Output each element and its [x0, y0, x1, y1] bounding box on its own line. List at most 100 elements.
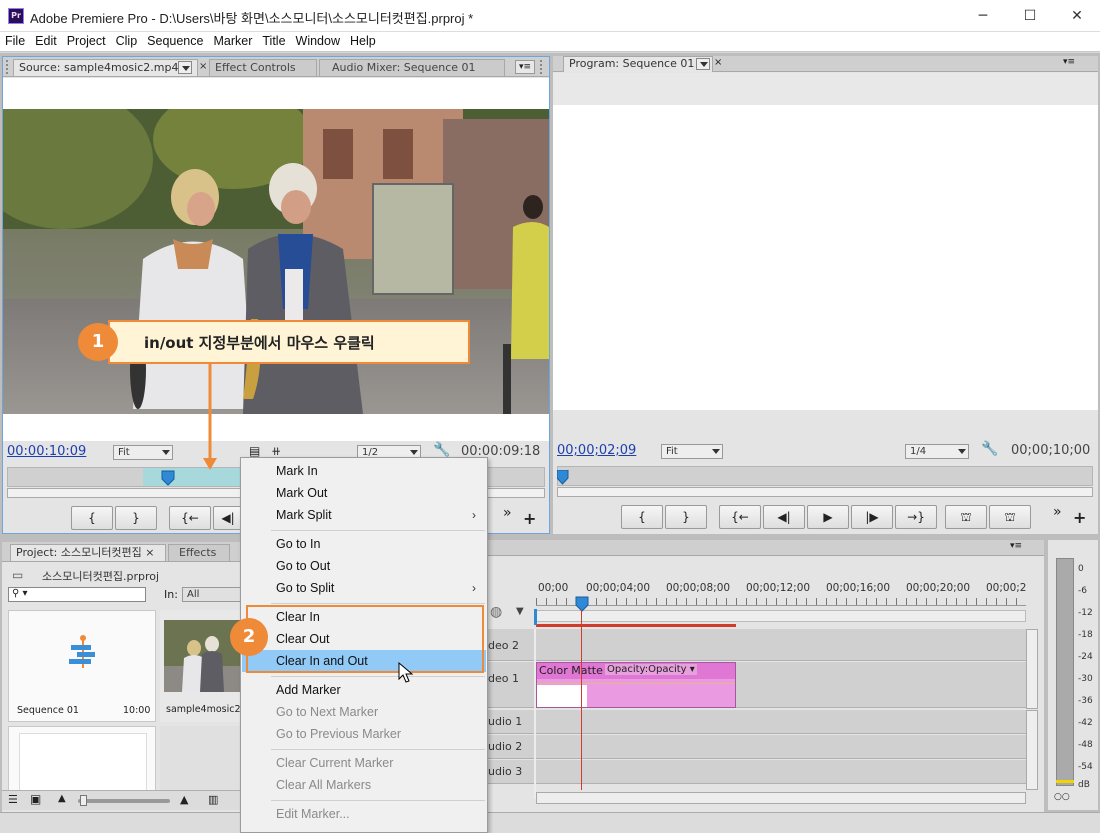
menu-item-mark-out[interactable]: Mark Out [242, 482, 486, 504]
extract-button[interactable]: ⛫ [989, 505, 1031, 529]
menu-item-edit-marker[interactable]: Edit Marker... [242, 803, 486, 825]
thumbnail-size-slider[interactable] [78, 799, 170, 803]
menu-window[interactable]: Window [291, 32, 345, 51]
wrench-icon[interactable]: 🔧 [981, 441, 998, 457]
menu-item-go-to-in[interactable]: Go to In [242, 533, 486, 555]
snap-icon[interactable]: ◍ [490, 604, 502, 620]
timeline-zoom-bar[interactable] [536, 610, 1026, 622]
playhead-icon[interactable] [575, 596, 589, 612]
more-buttons-icon[interactable]: » [1053, 504, 1062, 520]
tab-audio-mixer[interactable]: Audio Mixer: Sequence 01 [319, 59, 505, 76]
lift-button[interactable]: ⛫ [945, 505, 987, 529]
menu-edit[interactable]: Edit [30, 32, 62, 51]
chevron-down-icon[interactable] [178, 61, 192, 74]
marker-icon[interactable]: ▼ [516, 606, 524, 617]
menu-item-clear-all-markers[interactable]: Clear All Markers [242, 774, 486, 796]
go-to-in-button[interactable]: {← [169, 506, 211, 530]
maximize-button[interactable]: ☐ [1007, 0, 1053, 32]
in-filter-dropdown[interactable]: All [182, 587, 242, 602]
chevron-down-icon[interactable] [696, 58, 710, 70]
track-audio-1[interactable]: udio 1 [488, 710, 1026, 734]
color-matte-clip[interactable]: Color Matte Opacity:Opacity ▾ [536, 662, 736, 708]
solo-buttons[interactable]: ○○ [1054, 792, 1070, 802]
mark-out-button[interactable]: } [665, 505, 707, 529]
playhead-icon[interactable] [161, 470, 175, 486]
add-button-icon[interactable]: + [1073, 508, 1086, 527]
audio-track-scrollbar[interactable] [1026, 710, 1038, 790]
panel-grip[interactable] [540, 60, 545, 74]
tab-program[interactable]: Program: Sequence 01 [563, 56, 713, 72]
panel-menu-icon[interactable]: ▾≡ [1063, 57, 1075, 67]
track-audio-2[interactable]: udio 2 [488, 735, 1026, 759]
program-zoom-dropdown[interactable]: Fit [661, 444, 723, 459]
film-icon[interactable]: ▤ [249, 444, 260, 458]
track-audio-3[interactable]: udio 3 [488, 760, 1026, 784]
menu-project[interactable]: Project [62, 32, 111, 51]
program-zoom-scrollbar[interactable] [557, 487, 1093, 497]
list-view-icon[interactable]: ☰ [8, 793, 18, 806]
track-separator [534, 629, 536, 799]
project-item-sequence[interactable]: Sequence 01 10:00 [8, 610, 156, 722]
close-tab-icon[interactable]: × [714, 57, 722, 68]
step-forward-button[interactable]: |▶ [851, 505, 893, 529]
menu-sequence[interactable]: Sequence [142, 32, 208, 51]
menu-title[interactable]: Title [257, 32, 290, 51]
menu-clip[interactable]: Clip [111, 32, 143, 51]
add-button-icon[interactable]: + [523, 509, 536, 528]
source-current-timecode[interactable]: 00:00:10:09 [7, 444, 86, 459]
menu-item-mark-split[interactable]: Mark Split › [242, 504, 486, 526]
step-back-button[interactable]: ◀| [213, 506, 243, 530]
menu-item-go-to-split[interactable]: Go to Split › [242, 577, 486, 599]
panel-menu-icon[interactable]: ▾≡ [1010, 541, 1022, 551]
project-item-clip[interactable]: sample4mosic2.mp [160, 610, 259, 722]
minimize-button[interactable]: ─ [960, 0, 1006, 32]
go-to-in-button[interactable]: {← [719, 505, 761, 529]
opacity-line[interactable] [537, 683, 735, 684]
program-timeline-scrub[interactable] [557, 466, 1093, 486]
menu-item-add-marker[interactable]: Add Marker [242, 679, 486, 701]
project-item-color-matte[interactable] [8, 726, 156, 798]
mark-out-button[interactable]: } [115, 506, 157, 530]
clip-effect-dropdown[interactable]: Opacity:Opacity ▾ [605, 664, 697, 675]
mark-in-button[interactable]: { [621, 505, 663, 529]
panel-grip[interactable] [6, 60, 11, 74]
clip-label: Color Matte [539, 664, 603, 677]
menu-item-clear-current-marker[interactable]: Clear Current Marker [242, 752, 486, 774]
video-track-scrollbar[interactable] [1026, 629, 1038, 709]
audio-waveform-icon[interactable]: ⧺ [271, 444, 281, 458]
tab-source[interactable]: Source: sample4mosic2.mp4 [13, 59, 198, 76]
icon-view-icon[interactable]: ▣ [30, 792, 41, 806]
automate-icon[interactable]: ▥ [208, 793, 218, 806]
menu-marker[interactable]: Marker [208, 32, 257, 51]
menu-item-go-to-next-marker[interactable]: Go to Next Marker [242, 701, 486, 723]
wrench-icon[interactable]: 🔧 [433, 442, 450, 458]
tab-effects[interactable]: Effects [168, 544, 230, 561]
zoom-out-icon[interactable]: ▲ [58, 793, 66, 804]
more-buttons-icon[interactable]: » [503, 505, 512, 521]
playhead-icon[interactable] [557, 470, 569, 486]
audio-meter-bar [1056, 558, 1074, 786]
menu-help[interactable]: Help [345, 32, 381, 51]
timeline-h-scrollbar[interactable] [536, 792, 1026, 804]
close-tab-icon[interactable]: × [199, 61, 207, 72]
menu-item-mark-in[interactable]: Mark In [242, 460, 486, 482]
tab-project[interactable]: Project: 소스모니터컷편집 × [10, 544, 166, 561]
close-button[interactable]: ✕ [1054, 0, 1100, 32]
mark-in-button[interactable]: { [71, 506, 113, 530]
slider-handle[interactable] [80, 795, 87, 806]
program-resolution-dropdown[interactable]: 1/4 [905, 444, 969, 459]
menu-item-go-to-previous-marker[interactable]: Go to Previous Marker [242, 723, 486, 745]
menu-file[interactable]: File [0, 32, 30, 51]
menu-item-go-to-out[interactable]: Go to Out [242, 555, 486, 577]
project-search-input[interactable]: ⚲ ▾ [8, 587, 146, 602]
track-video-2[interactable]: deo 2 [488, 629, 1026, 661]
program-current-timecode[interactable]: 00;00;02;09 [557, 443, 636, 458]
source-zoom-dropdown[interactable]: Fit [113, 445, 173, 460]
tab-effect-controls[interactable]: Effect Controls [209, 59, 317, 76]
step-back-button[interactable]: ◀| [763, 505, 805, 529]
zoom-in-icon[interactable]: ▲ [180, 793, 188, 806]
in-out-range[interactable] [143, 468, 243, 486]
panel-menu-icon[interactable]: ▾≡ [515, 60, 535, 74]
play-button[interactable]: ▶ [807, 505, 849, 529]
go-to-out-button[interactable]: →} [895, 505, 937, 529]
